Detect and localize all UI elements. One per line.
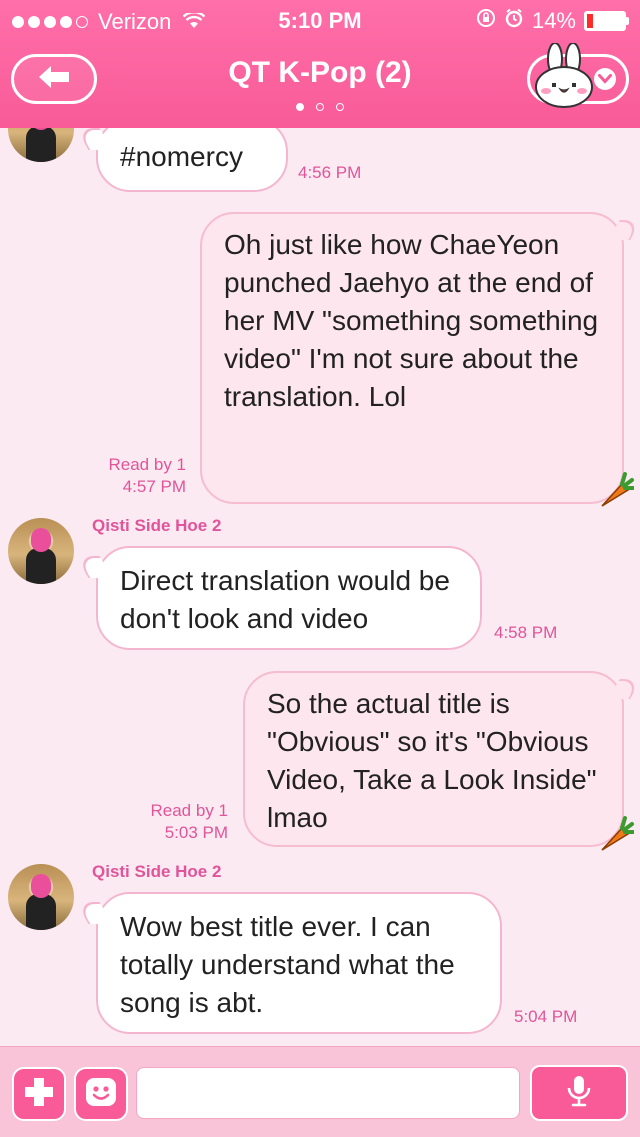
carrot-icon (598, 814, 635, 857)
microphone-icon (566, 1074, 592, 1113)
read-receipt: Read by 1 (150, 801, 229, 820)
sender-name: Qisti Side Hoe 2 (92, 862, 222, 881)
arrow-left-icon (37, 64, 71, 95)
avatar[interactable] (8, 518, 74, 584)
message-input[interactable] (136, 1067, 520, 1119)
battery-percent: 14% (531, 8, 576, 33)
battery-icon (584, 11, 629, 31)
message-bubble[interactable]: Oh just like how ChaeYeon punched Jaehyo… (200, 212, 624, 504)
message-text: Direct translation would be don't look a… (120, 565, 450, 634)
smiley-icon (84, 1075, 118, 1114)
avatar[interactable] (8, 128, 74, 162)
message-time: 5:03 PM (164, 823, 228, 842)
top-bar: Verizon 5:10 PM 14% QT K-Pop (2) (0, 0, 640, 128)
message-time: 4:57 PM (122, 477, 186, 496)
chevron-down-icon (594, 68, 616, 90)
page-dot (296, 103, 304, 111)
bunny-sticker-icon (530, 42, 602, 114)
chat-area[interactable]: #nomercy 4:56 PM Oh just like how ChaeYe… (0, 128, 640, 1046)
page-dot (336, 103, 344, 111)
alarm-icon (504, 8, 524, 34)
rotation-lock-icon (476, 8, 496, 34)
message-time: 5:04 PM (514, 1007, 578, 1026)
sender-name: Qisti Side Hoe 2 (92, 516, 222, 535)
message-text: Wow best title ever. I can totally under… (120, 911, 455, 1018)
plus-icon (22, 1075, 56, 1114)
avatar[interactable] (8, 864, 74, 930)
carrot-icon (598, 470, 635, 513)
read-receipt: Read by 1 (108, 455, 187, 474)
message-time: 4:58 PM (494, 623, 558, 642)
voice-button[interactable] (530, 1065, 628, 1121)
add-button[interactable] (12, 1067, 66, 1121)
message-text: Oh just like how ChaeYeon punched Jaehyo… (224, 229, 599, 412)
page-dot (316, 103, 324, 111)
message-text: #nomercy (120, 141, 243, 172)
chat-title: QT K-Pop (2) (228, 56, 412, 89)
sticker-menu-button[interactable] (527, 42, 629, 108)
message-bubble[interactable]: Wow best title ever. I can totally under… (96, 892, 502, 1034)
message-bubble[interactable]: #nomercy (96, 128, 288, 192)
message-bubble[interactable]: So the actual title is "Obvious" so it's… (243, 671, 624, 847)
message-time: 4:56 PM (298, 163, 362, 182)
back-button[interactable] (11, 54, 97, 104)
message-bubble[interactable]: Direct translation would be don't look a… (96, 546, 482, 650)
message-text: So the actual title is "Obvious" so it's… (267, 688, 597, 833)
status-bar: Verizon 5:10 PM 14% (0, 0, 640, 40)
sticker-button[interactable] (74, 1067, 128, 1121)
input-bar (0, 1046, 640, 1137)
